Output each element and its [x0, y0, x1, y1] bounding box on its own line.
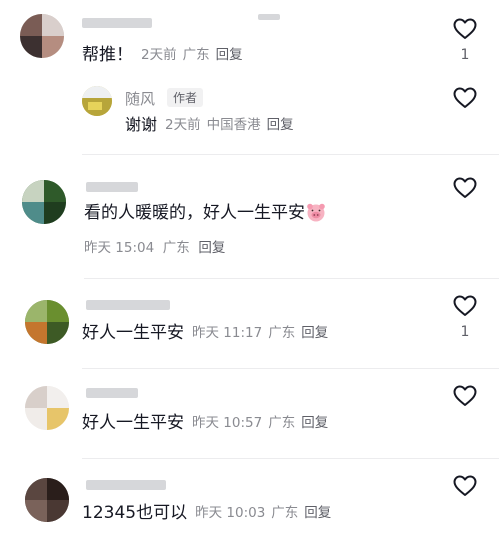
heart-outline-icon[interactable] — [453, 177, 477, 199]
heart-outline-icon[interactable] — [453, 18, 477, 40]
username-blurred[interactable] — [86, 480, 166, 490]
like-count: 1 — [460, 47, 470, 63]
heart-outline-icon[interactable] — [453, 385, 477, 407]
comment-item: 好人一生平安 昨天 11:17 广东 回复 1 — [0, 280, 499, 370]
comment-item: 帮推！ 2天前 广东 回复 1 随风 作者 谢谢 2天前 中国香港 回复 — [0, 0, 499, 160]
username-blurred — [258, 14, 280, 20]
comment-text: 帮推！ 2天前 广东 回复 — [82, 45, 243, 65]
heart-outline-icon[interactable] — [453, 295, 477, 317]
reply-button[interactable]: 回复 — [304, 505, 331, 521]
avatar[interactable] — [25, 386, 69, 430]
author-badge: 作者 — [167, 88, 204, 107]
heart-outline-icon[interactable] — [453, 475, 477, 497]
like-count: 1 — [460, 324, 470, 340]
divider — [84, 278, 499, 279]
comment-text: 好人一生平安 昨天 10:57 广东 回复 — [82, 413, 329, 433]
reply-button[interactable]: 回复 — [216, 47, 243, 63]
reply-text: 谢谢 2天前 中国香港 回复 — [125, 115, 294, 134]
heart-outline-icon[interactable] — [453, 87, 477, 109]
username-blurred[interactable] — [86, 300, 170, 310]
divider — [82, 154, 499, 155]
reply-button[interactable]: 回复 — [198, 240, 225, 256]
comment-item: 12345也可以 昨天 10:03 广东 回复 — [0, 460, 499, 546]
reply-button[interactable]: 回复 — [301, 415, 328, 431]
comment-item: 看的人暖暖的，好人一生平安 昨天 15:04 广东 回复 — [0, 160, 499, 280]
author-avatar[interactable] — [82, 86, 112, 116]
username-blurred[interactable] — [82, 18, 152, 28]
username-blurred[interactable] — [86, 182, 138, 192]
divider — [82, 368, 499, 369]
username-blurred[interactable] — [86, 388, 138, 398]
comment-text: 看的人暖暖的，好人一生平安 — [84, 202, 326, 224]
comment-text: 好人一生平安 昨天 11:17 广东 回复 — [82, 323, 329, 343]
avatar[interactable] — [22, 180, 66, 224]
avatar[interactable] — [25, 478, 69, 522]
author-name[interactable]: 随风 作者 — [125, 88, 204, 109]
reply-button[interactable]: 回复 — [301, 325, 328, 341]
avatar[interactable] — [25, 300, 69, 344]
reply-button[interactable]: 回复 — [267, 117, 294, 133]
comment-item: 好人一生平安 昨天 10:57 广东 回复 — [0, 370, 499, 460]
divider — [82, 458, 499, 459]
comment-meta: 昨天 15:04 广东 回复 — [84, 240, 226, 256]
pig-face-emoji — [307, 203, 325, 222]
comment-text: 12345也可以 昨天 10:03 广东 回复 — [82, 503, 332, 523]
avatar[interactable] — [20, 14, 64, 58]
